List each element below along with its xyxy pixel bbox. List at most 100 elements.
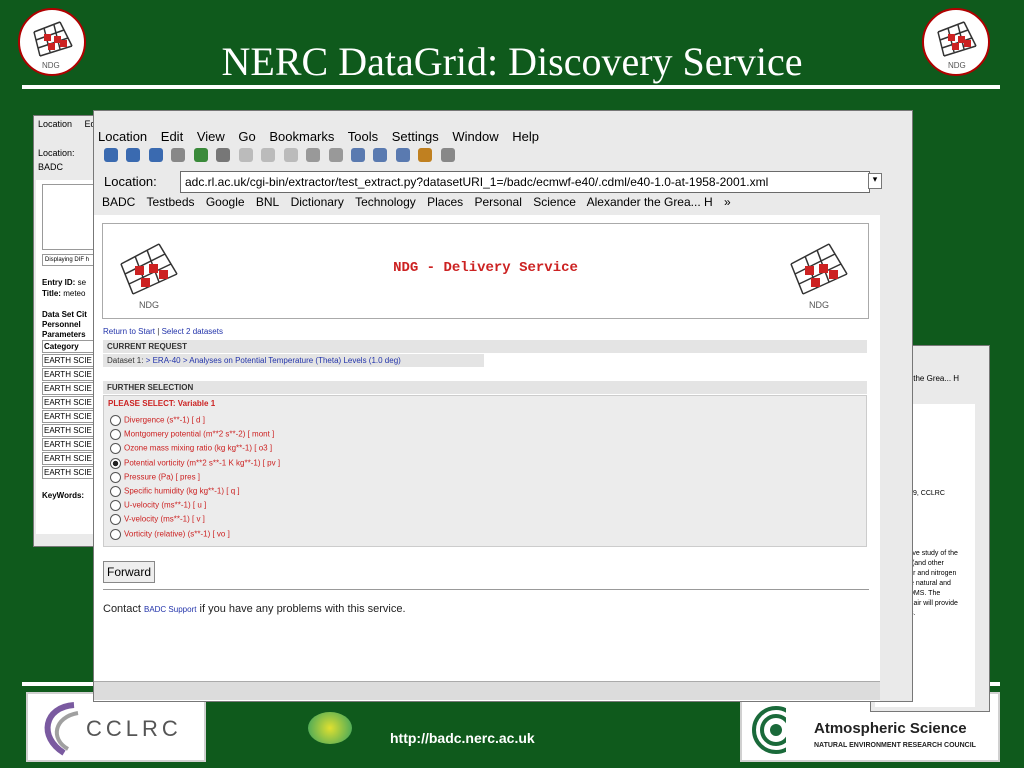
bookmark-technology[interactable]: Technology bbox=[355, 195, 416, 209]
variable-option[interactable]: U-velocity (ms**-1) [ u ] bbox=[110, 500, 860, 514]
bookmark-dictionary[interactable]: Dictionary bbox=[291, 195, 344, 209]
svg-text:NDG: NDG bbox=[139, 300, 159, 310]
page-header-title: NDG - Delivery Service bbox=[393, 260, 578, 276]
atmos-title: Atmospheric Science bbox=[814, 720, 967, 737]
radio-selected-icon[interactable] bbox=[110, 457, 121, 469]
home-icon[interactable] bbox=[171, 148, 186, 162]
url-dropdown-icon[interactable]: ▾ bbox=[868, 173, 882, 189]
paste-icon[interactable] bbox=[283, 148, 298, 162]
title-value: meteo bbox=[63, 289, 86, 298]
forward-button[interactable]: Forward bbox=[103, 561, 156, 583]
dataset-link[interactable]: > ERA-40 > Analyses on Potential Tempera… bbox=[146, 356, 401, 365]
badc-support-link[interactable]: BADC Support bbox=[144, 605, 196, 614]
menu-tools[interactable]: Tools bbox=[348, 129, 378, 144]
stop-icon[interactable] bbox=[216, 148, 231, 162]
variable-option[interactable]: Vorticity (relative) (s**-1) [ vo ] bbox=[110, 528, 860, 543]
copy-icon[interactable] bbox=[261, 148, 276, 162]
entry-id-value: se bbox=[77, 278, 87, 287]
variable-option[interactable]: Pressure (Pa) [ pres ] bbox=[110, 471, 860, 486]
radio-icon[interactable] bbox=[110, 443, 121, 455]
zoom-in-icon[interactable] bbox=[373, 148, 388, 162]
variable-list: Divergence (s**-1) [ d ] Montgomery poten… bbox=[104, 411, 866, 547]
slide-title: NERC DataGrid: Discovery Service bbox=[221, 39, 803, 84]
bookmarks-more-icon[interactable]: » bbox=[724, 195, 731, 209]
category-row: EARTH SCIE bbox=[42, 396, 98, 409]
find-icon[interactable] bbox=[328, 148, 343, 162]
main-browser-window: Location Edit View Go Bookmarks Tools Se… bbox=[93, 110, 913, 702]
main-toolbar bbox=[94, 146, 912, 166]
ndg-grid-icon: NDG bbox=[937, 21, 977, 70]
back-bookmark-badc[interactable]: BADC bbox=[38, 162, 63, 172]
radio-icon[interactable] bbox=[110, 415, 121, 426]
please-select-label: PLEASE SELECT: Variable 1 bbox=[108, 399, 216, 408]
menu-location[interactable]: Location bbox=[98, 129, 147, 144]
title-label: Title: bbox=[42, 289, 61, 298]
bookmark-bnl[interactable]: BNL bbox=[256, 195, 279, 209]
radio-icon[interactable] bbox=[110, 429, 121, 441]
radio-icon[interactable] bbox=[110, 514, 121, 526]
contact-prefix: Contact bbox=[103, 603, 141, 615]
cclrc-swirl-icon bbox=[44, 702, 79, 756]
forward-arrow-icon[interactable] bbox=[126, 148, 141, 162]
url-field[interactable]: adc.rl.ac.uk/cgi-bin/extractor/test_extr… bbox=[180, 171, 870, 193]
back-personnel: Personnel bbox=[42, 320, 81, 329]
variable-label: Ozone mass mixing ratio (kg kg**-1) [ o3… bbox=[124, 443, 273, 453]
menu-settings[interactable]: Settings bbox=[392, 129, 439, 144]
variable-option[interactable]: Specific humidity (kg kg**-1) [ q ] bbox=[110, 485, 860, 500]
magnifier-icon[interactable] bbox=[440, 148, 455, 162]
bookmark-alexander[interactable]: Alexander the Grea... H bbox=[587, 195, 713, 209]
zoom-icon[interactable] bbox=[350, 148, 365, 162]
category-row: EARTH SCIE bbox=[42, 368, 98, 381]
select-datasets-link[interactable]: Select 2 datasets bbox=[162, 327, 223, 336]
variable-option[interactable]: V-velocity (ms**-1) [ v ] bbox=[110, 514, 860, 528]
variable-option[interactable]: Ozone mass mixing ratio (kg kg**-1) [ o3… bbox=[110, 443, 860, 457]
back-arrow-icon[interactable] bbox=[104, 148, 118, 162]
reload-icon[interactable] bbox=[193, 148, 208, 162]
contact-line: Contact BADC Support if you have any pro… bbox=[103, 603, 406, 615]
menu-bookmarks[interactable]: Bookmarks bbox=[269, 129, 334, 144]
ndg-logo-right: NDG bbox=[922, 8, 990, 76]
variable-label: U-velocity (ms**-1) [ u ] bbox=[124, 500, 207, 510]
back-category-header: Category bbox=[42, 340, 98, 353]
return-to-start-link[interactable]: Return to Start bbox=[103, 327, 155, 336]
cut-icon[interactable] bbox=[238, 148, 253, 162]
category-row: EARTH SCIE bbox=[42, 382, 98, 395]
print-icon[interactable] bbox=[306, 148, 321, 162]
security-icon[interactable] bbox=[418, 148, 433, 162]
menu-view[interactable]: View bbox=[197, 129, 225, 144]
variable-option[interactable]: Divergence (s**-1) [ d ] bbox=[110, 415, 860, 429]
menu-location[interactable]: Location bbox=[38, 119, 72, 129]
menu-go[interactable]: Go bbox=[238, 129, 255, 144]
variable-label: Potential vorticity (m**2 s**-1 K kg**-1… bbox=[124, 458, 281, 468]
menu-help[interactable]: Help bbox=[512, 129, 539, 144]
menu-window[interactable]: Window bbox=[452, 129, 498, 144]
svg-text:NDG: NDG bbox=[809, 300, 829, 310]
variable-option[interactable]: Montgomery potential (m**2 s**-2) [ mont… bbox=[110, 429, 860, 443]
category-row: EARTH SCIE bbox=[42, 410, 98, 423]
variable-label: Pressure (Pa) [ pres ] bbox=[124, 472, 201, 482]
page-nav: Return to Start | Select 2 datasets bbox=[103, 327, 223, 336]
radio-icon[interactable] bbox=[110, 500, 121, 512]
svg-text:NDG: NDG bbox=[948, 61, 966, 70]
entry-id-label: Entry ID: bbox=[42, 278, 76, 287]
bookmark-science[interactable]: Science bbox=[533, 195, 576, 209]
radio-icon[interactable] bbox=[110, 485, 121, 497]
radio-icon[interactable] bbox=[110, 528, 121, 540]
title-rule bbox=[22, 85, 1000, 89]
menu-edit[interactable]: Edit bbox=[161, 129, 183, 144]
page-content: NDG NDG - Delivery Service NDG Return to… bbox=[94, 215, 880, 701]
up-arrow-icon[interactable] bbox=[148, 148, 163, 162]
svg-text:NDG: NDG bbox=[42, 61, 60, 70]
bookmark-places[interactable]: Places bbox=[427, 195, 463, 209]
ndg-grid-icon: NDG bbox=[790, 243, 848, 310]
ndg-grid-icon: NDG bbox=[33, 21, 73, 70]
bookmark-personal[interactable]: Personal bbox=[475, 195, 522, 209]
bookmark-testbeds[interactable]: Testbeds bbox=[146, 195, 194, 209]
variable-option[interactable]: Potential vorticity (m**2 s**-1 K kg**-1… bbox=[110, 457, 860, 472]
radio-icon[interactable] bbox=[110, 471, 121, 483]
dataset-row: Dataset 1: > ERA-40 > Analyses on Potent… bbox=[103, 354, 484, 367]
variable-label: Montgomery potential (m**2 s**-2) [ mont… bbox=[124, 429, 275, 439]
bookmark-badc[interactable]: BADC bbox=[102, 195, 135, 209]
bookmark-google[interactable]: Google bbox=[206, 195, 245, 209]
zoom-out-icon[interactable] bbox=[395, 148, 410, 162]
